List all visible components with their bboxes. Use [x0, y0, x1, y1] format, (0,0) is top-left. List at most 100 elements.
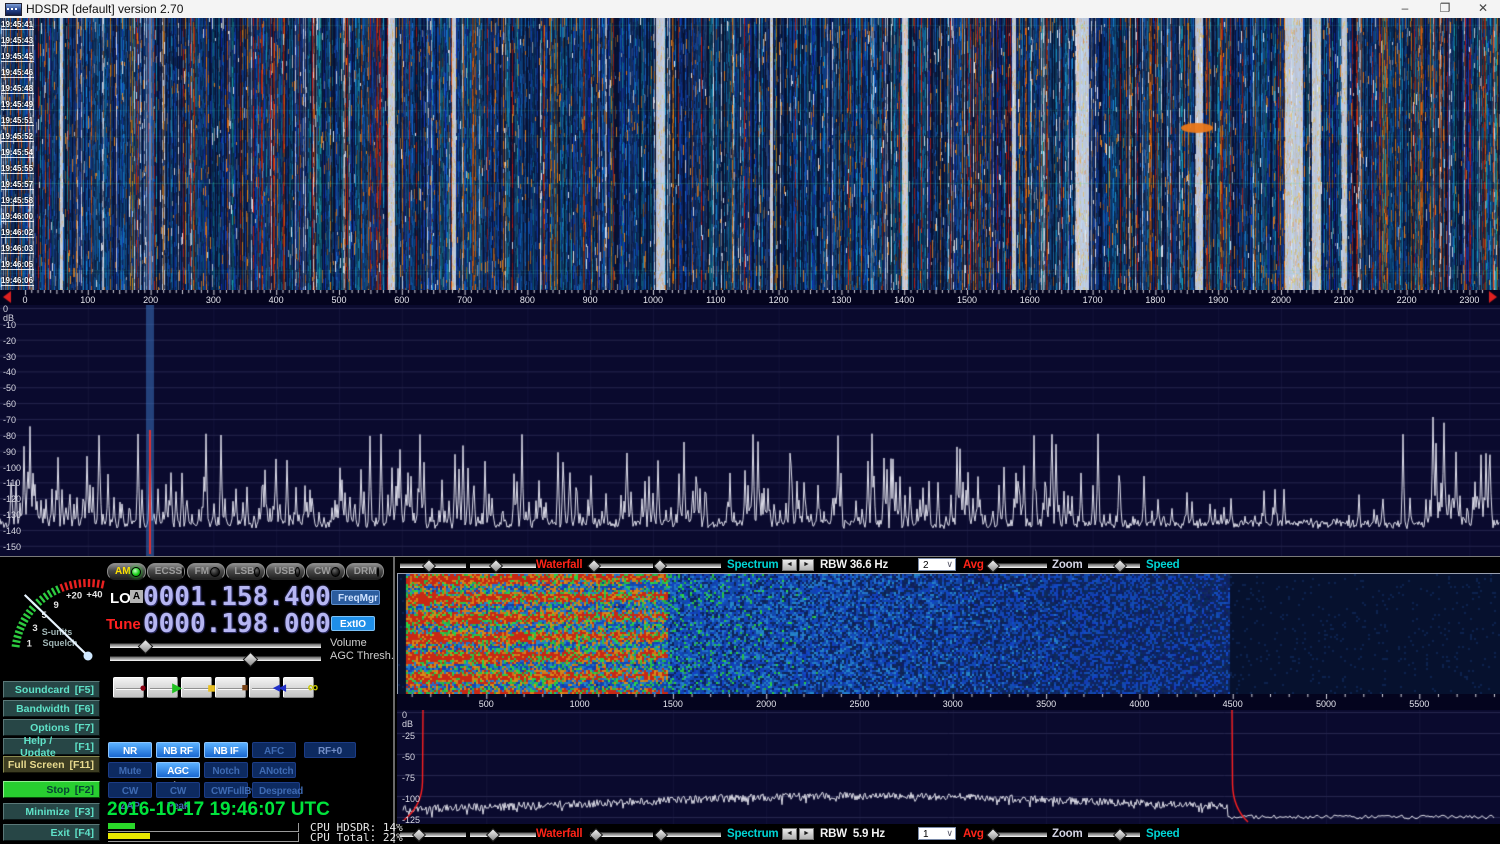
af-speed-slider[interactable]: [1088, 832, 1140, 837]
menu-button-options[interactable]: Options[F7]: [3, 719, 100, 736]
pause-icon: ▮▮: [197, 683, 226, 692]
dsp-button-cw-zap[interactable]: CW ZAP: [108, 782, 152, 798]
af-waterfall-lower-slider-handle[interactable]: [486, 828, 500, 842]
rf-spectrum-lower-slider[interactable]: [657, 563, 721, 568]
dsp-button-nr[interactable]: NR: [108, 742, 152, 758]
af-waterfall-display[interactable]: [397, 573, 1500, 694]
af-spectrum-display[interactable]: [397, 710, 1500, 824]
volume-slider-handle[interactable]: [137, 639, 153, 655]
rf-frequency-tick-label: 900: [573, 295, 607, 305]
dsp-button-anotch[interactable]: ANotch: [252, 762, 296, 778]
rf-waterfall-upper-slider-handle[interactable]: [422, 559, 436, 573]
rf-db-scale-label: -30: [3, 353, 16, 362]
rf-spectrum-upper-slider-handle[interactable]: [586, 559, 600, 573]
rf-frequency-scale[interactable]: 0100200300400500600700800900100011001200…: [0, 290, 1500, 305]
dsp-button-rf-0[interactable]: RF+0: [304, 742, 356, 758]
af-db-scale-label: -25: [402, 732, 415, 741]
af-rbw-decrease-button[interactable]: ◄: [782, 828, 797, 840]
panel-separator-horizontal: [0, 556, 1500, 557]
rf-spectrum-upper-slider[interactable]: [590, 563, 653, 568]
rf-frequency-tick-label: 1100: [699, 295, 733, 305]
rf-spectrum-display[interactable]: [0, 305, 1500, 556]
rf-spectrum-lower-slider-handle[interactable]: [653, 559, 667, 573]
af-frequency-tick-label: 3000: [936, 699, 970, 709]
menu-button-label: Full Screen: [8, 759, 65, 771]
af-speed-label: Speed: [1146, 827, 1180, 841]
rf-waterfall-lower-slider-handle[interactable]: [489, 559, 503, 573]
restore-button[interactable]: ❐: [1428, 0, 1462, 18]
af-spectrum-upper-slider-handle[interactable]: [589, 828, 603, 842]
af-zoom-label: Zoom: [1052, 827, 1083, 841]
menu-button-minimize[interactable]: Minimize[F3]: [3, 803, 100, 820]
rf-speed-slider[interactable]: [1088, 563, 1140, 568]
extio-button[interactable]: ExtIO: [331, 616, 375, 631]
dsp-button-nb-if[interactable]: NB IF: [204, 742, 248, 758]
af-spectrum-upper-slider[interactable]: [590, 832, 653, 837]
tune-frequency-display[interactable]: 0000.198.000: [143, 611, 331, 637]
volume-slider[interactable]: [110, 643, 321, 648]
af-waterfall-lower-slider[interactable]: [470, 832, 536, 837]
dsp-button-agc-slow[interactable]: AGC Slow: [156, 762, 200, 778]
menu-button-help-update[interactable]: Help / Update[F1]: [3, 738, 100, 755]
waterfall-timestamp: 19:46:03: [1, 244, 34, 254]
lo-mode-box[interactable]: A: [130, 590, 143, 603]
utc-clock: 2016-10-17 19:46:07 UTC: [107, 800, 330, 820]
af-waterfall-upper-slider[interactable]: [400, 832, 466, 837]
menu-button-bandwidth[interactable]: Bandwidth[F6]: [3, 700, 100, 717]
rf-frequency-tick-label: 2300: [1452, 295, 1486, 305]
close-button[interactable]: ✕: [1466, 0, 1500, 18]
af-waterfall-upper-slider-handle[interactable]: [412, 828, 426, 842]
stop-icon: ■: [231, 681, 260, 693]
rf-speed-label: Speed: [1146, 558, 1180, 572]
menu-button-soundcard[interactable]: Soundcard[F5]: [3, 681, 100, 698]
rf-speed-slider-handle[interactable]: [1113, 559, 1127, 573]
rf-frequency-tick-label: 2100: [1327, 295, 1361, 305]
minimize-button[interactable]: –: [1388, 0, 1422, 18]
af-rbw-increase-button[interactable]: ►: [799, 828, 814, 840]
af-zoom-slider[interactable]: [990, 832, 1047, 837]
af-db-scale-label: -100: [402, 795, 420, 804]
lo-frequency-display[interactable]: 0001.158.400: [143, 584, 331, 610]
menu-button-full-screen[interactable]: Full Screen[F11]: [3, 756, 100, 773]
af-frequency-scale[interactable]: 5001000150020002500300035004000450050005…: [397, 694, 1500, 710]
rf-waterfall-upper-slider[interactable]: [400, 563, 466, 568]
waterfall-timestamp: 19:45:48: [1, 84, 34, 94]
rf-db-scale-label: -10: [3, 321, 16, 330]
af-avg-label: Avg: [963, 827, 984, 841]
af-zoom-slider-handle[interactable]: [986, 828, 1000, 842]
af-speed-slider-handle[interactable]: [1113, 828, 1127, 842]
agc-threshold-slider-handle[interactable]: [243, 652, 259, 668]
rf-zoom-slider[interactable]: [990, 563, 1047, 568]
rf-avg-select[interactable]: 2∨: [918, 558, 956, 571]
dsp-button-nb-rf[interactable]: NB RF: [156, 742, 200, 758]
waterfall-timestamp: 19:45:55: [1, 164, 34, 174]
loop-icon: ∞: [299, 679, 328, 696]
rf-waterfall-display[interactable]: [0, 18, 1500, 290]
waterfall-timestamp: 19:45:54: [1, 148, 34, 158]
dsp-button-mute[interactable]: Mute: [108, 762, 152, 778]
af-avg-select[interactable]: 1∨: [918, 827, 956, 840]
rf-zoom-slider-handle[interactable]: [986, 559, 1000, 573]
agc-threshold-slider[interactable]: [110, 656, 321, 661]
dsp-button-cw-peak[interactable]: CW Peak: [156, 782, 200, 798]
rf-db-scale-label: -50: [3, 384, 16, 393]
record-button[interactable]: ●: [113, 677, 144, 698]
dsp-button-cwfullbw[interactable]: CWFullBw: [204, 782, 248, 798]
af-spectrum-lower-slider[interactable]: [657, 832, 721, 837]
rf-db-scale-label: -130: [3, 511, 21, 520]
volume-label: Volume: [330, 637, 367, 649]
rf-waterfall-lower-slider[interactable]: [470, 563, 536, 568]
waterfall-timestamp: 19:45:51: [1, 116, 34, 126]
rf-frequency-tick-label: 1200: [762, 295, 796, 305]
dsp-button-notch[interactable]: Notch: [204, 762, 248, 778]
panel-separator-vertical: [393, 557, 395, 843]
s-meter[interactable]: S-units Squelch 1359+20+40: [0, 558, 106, 674]
freqmgr-button[interactable]: FreqMgr: [331, 590, 380, 605]
rf-frequency-tick-label: 800: [510, 295, 544, 305]
menu-button-stop[interactable]: Stop[F2]: [3, 781, 100, 798]
rf-rbw-decrease-button[interactable]: ◄: [782, 559, 797, 571]
dsp-button-afc[interactable]: AFC: [252, 742, 296, 758]
af-spectrum-lower-slider-handle[interactable]: [654, 828, 668, 842]
dsp-button-despread[interactable]: Despread: [252, 782, 300, 798]
rf-rbw-increase-button[interactable]: ►: [799, 559, 814, 571]
